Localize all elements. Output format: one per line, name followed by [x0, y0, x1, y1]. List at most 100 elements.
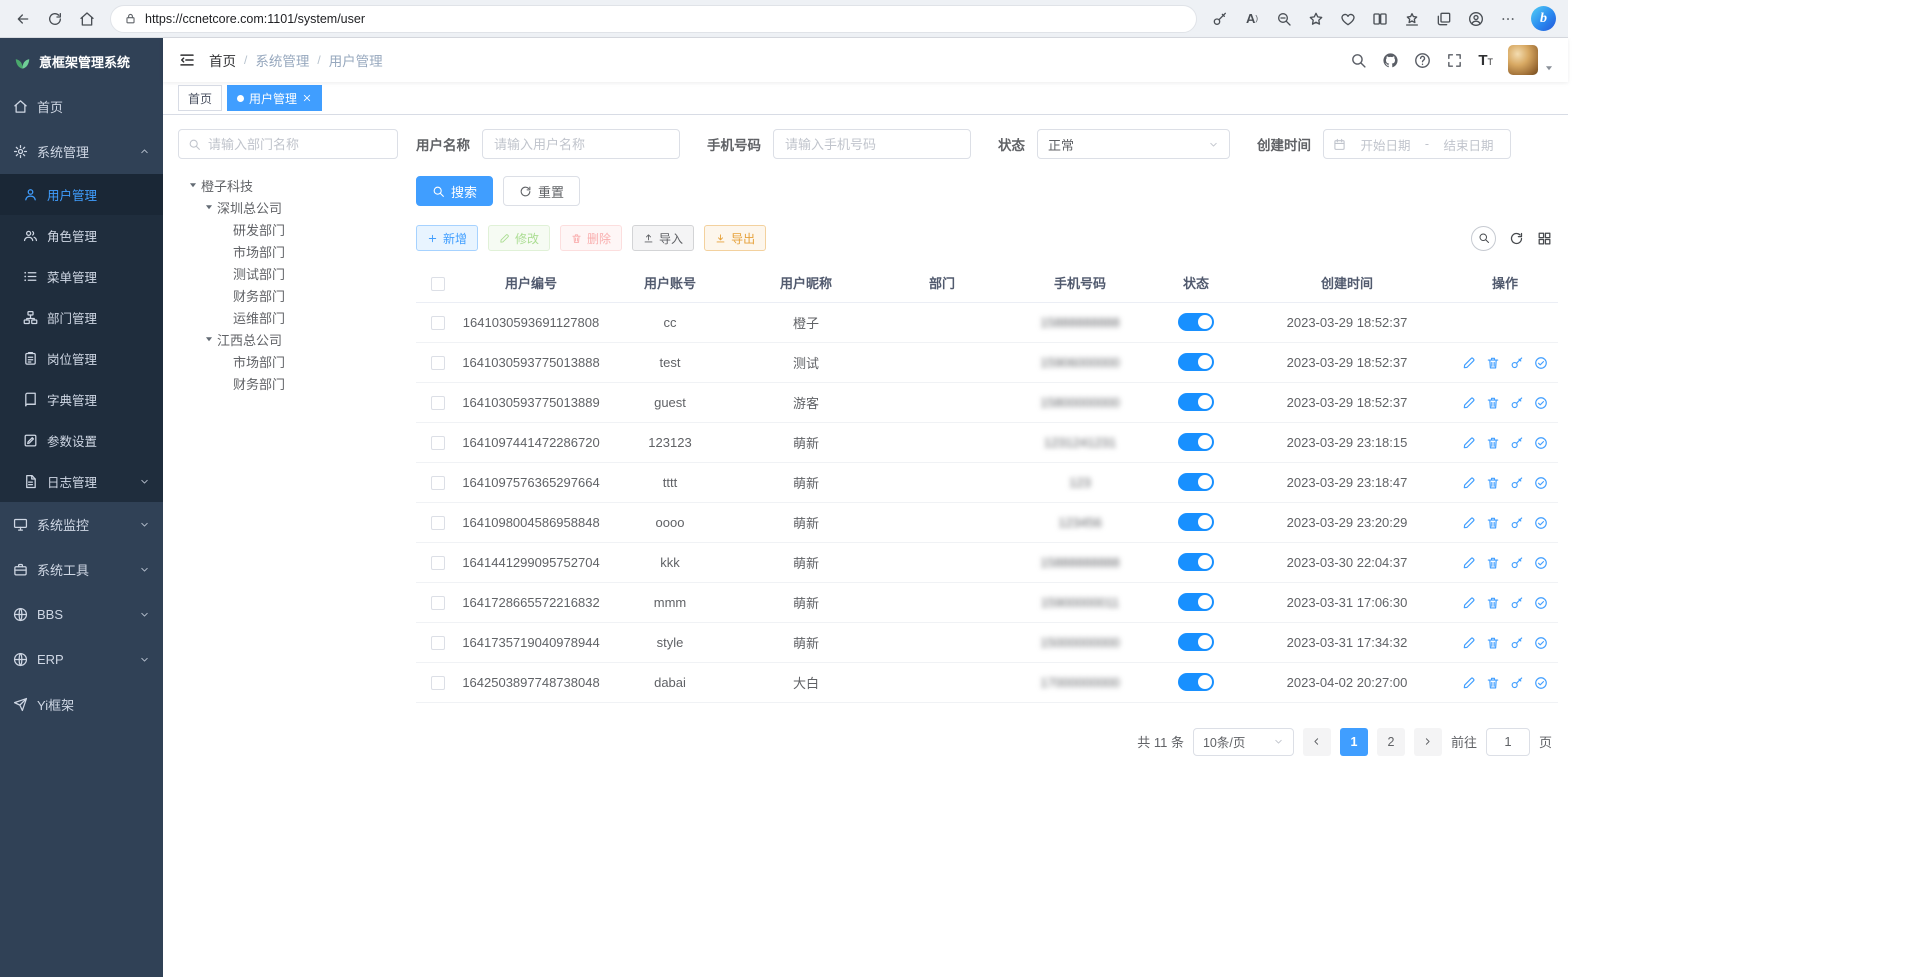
breadcrumb-item-home[interactable]: 首页: [209, 50, 236, 70]
sidebar-item-bbs[interactable]: BBS: [0, 592, 163, 637]
date-range-picker[interactable]: 开始日期 - 结束日期: [1323, 129, 1511, 159]
header-search-icon[interactable]: [1350, 52, 1367, 69]
browser-essentials-icon[interactable]: [1333, 5, 1363, 33]
edit-action-icon[interactable]: [1462, 436, 1476, 450]
browser-profile-icon[interactable]: [1461, 5, 1491, 33]
reset-password-action-icon[interactable]: [1510, 476, 1524, 490]
row-checkbox[interactable]: [431, 596, 445, 610]
reset-password-action-icon[interactable]: [1510, 676, 1524, 690]
sidebar-item-erp[interactable]: ERP: [0, 637, 163, 682]
edit-action-icon[interactable]: [1462, 636, 1476, 650]
tree-node[interactable]: 橙子科技: [178, 174, 398, 196]
dept-search-input[interactable]: [208, 137, 388, 152]
sidebar-collapse-button[interactable]: [178, 51, 196, 69]
reset-password-action-icon[interactable]: [1510, 396, 1524, 410]
font-size-icon[interactable]: TT: [1478, 52, 1493, 69]
sidebar-item-home[interactable]: 首页: [0, 84, 163, 129]
phone-input[interactable]: [773, 129, 971, 159]
row-checkbox[interactable]: [431, 676, 445, 690]
tab-home[interactable]: 首页: [178, 85, 222, 111]
tree-node[interactable]: 深圳总公司: [178, 196, 398, 218]
assign-role-action-icon[interactable]: [1534, 516, 1548, 530]
export-button[interactable]: 导出: [704, 225, 766, 251]
sidebar-item-yi-framework[interactable]: Yi框架: [0, 682, 163, 727]
home-icon[interactable]: [72, 5, 102, 33]
row-checkbox[interactable]: [431, 316, 445, 330]
sidebar-item-post-management[interactable]: 岗位管理: [0, 338, 163, 379]
reset-password-action-icon[interactable]: [1510, 436, 1524, 450]
row-checkbox[interactable]: [431, 636, 445, 650]
edit-action-icon[interactable]: [1462, 476, 1476, 490]
status-toggle[interactable]: [1178, 433, 1214, 451]
sidebar-item-system-management[interactable]: 系统管理: [0, 129, 163, 174]
fullscreen-icon[interactable]: [1446, 52, 1463, 69]
delete-action-icon[interactable]: [1486, 516, 1500, 530]
refresh-icon[interactable]: [40, 5, 70, 33]
username-input[interactable]: [482, 129, 680, 159]
goto-page-input[interactable]: [1486, 728, 1530, 756]
assign-role-action-icon[interactable]: [1534, 476, 1548, 490]
assign-role-action-icon[interactable]: [1534, 596, 1548, 610]
status-toggle[interactable]: [1178, 353, 1214, 371]
status-toggle[interactable]: [1178, 393, 1214, 411]
columns-button[interactable]: [1537, 231, 1552, 246]
status-toggle[interactable]: [1178, 633, 1214, 651]
add-favorite-icon[interactable]: [1301, 5, 1331, 33]
edit-action-icon[interactable]: [1462, 356, 1476, 370]
delete-action-icon[interactable]: [1486, 556, 1500, 570]
table-refresh-button[interactable]: [1509, 231, 1524, 246]
tree-node[interactable]: 测试部门: [178, 262, 398, 284]
zoom-out-icon[interactable]: [1269, 5, 1299, 33]
assign-role-action-icon[interactable]: [1534, 436, 1548, 450]
page-button-2[interactable]: 2: [1377, 728, 1405, 756]
row-checkbox[interactable]: [431, 556, 445, 570]
next-page-button[interactable]: [1414, 728, 1442, 756]
edit-action-icon[interactable]: [1462, 396, 1476, 410]
select-all-checkbox[interactable]: [431, 277, 445, 291]
reset-button[interactable]: 重置: [503, 176, 580, 206]
row-checkbox[interactable]: [431, 436, 445, 450]
sidebar-item-user-management[interactable]: 用户管理: [0, 174, 163, 215]
assign-role-action-icon[interactable]: [1534, 636, 1548, 650]
tab-close-icon[interactable]: [302, 93, 312, 103]
delete-button[interactable]: 删除: [560, 225, 622, 251]
page-size-select[interactable]: 10条/页: [1193, 728, 1294, 756]
reset-password-action-icon[interactable]: [1510, 356, 1524, 370]
edit-action-icon[interactable]: [1462, 676, 1476, 690]
status-toggle[interactable]: [1178, 673, 1214, 691]
prev-page-button[interactable]: [1303, 728, 1331, 756]
row-checkbox[interactable]: [431, 356, 445, 370]
edit-button[interactable]: 修改: [488, 225, 550, 251]
delete-action-icon[interactable]: [1486, 356, 1500, 370]
sidebar-item-param-settings[interactable]: 参数设置: [0, 420, 163, 461]
sidebar-item-system-tools[interactable]: 系统工具: [0, 547, 163, 592]
tree-node[interactable]: 市场部门: [178, 350, 398, 372]
import-button[interactable]: 导入: [632, 225, 694, 251]
tab-user-management[interactable]: 用户管理: [227, 85, 322, 111]
user-avatar[interactable]: [1508, 45, 1538, 75]
copilot-icon[interactable]: b: [1531, 6, 1556, 31]
edit-action-icon[interactable]: [1462, 596, 1476, 610]
status-toggle[interactable]: [1178, 593, 1214, 611]
assign-role-action-icon[interactable]: [1534, 356, 1548, 370]
back-icon[interactable]: [8, 5, 38, 33]
page-button-1[interactable]: 1: [1340, 728, 1368, 756]
delete-action-icon[interactable]: [1486, 596, 1500, 610]
delete-action-icon[interactable]: [1486, 436, 1500, 450]
assign-role-action-icon[interactable]: [1534, 556, 1548, 570]
delete-action-icon[interactable]: [1486, 396, 1500, 410]
tree-node[interactable]: 财务部门: [178, 372, 398, 394]
delete-action-icon[interactable]: [1486, 676, 1500, 690]
search-button[interactable]: 搜索: [416, 176, 493, 206]
more-menu-icon[interactable]: [1493, 5, 1523, 33]
sidebar-item-system-monitor[interactable]: 系统监控: [0, 502, 163, 547]
search-toggle-button[interactable]: [1471, 226, 1496, 251]
row-checkbox[interactable]: [431, 516, 445, 530]
sidebar-item-role-management[interactable]: 角色管理: [0, 215, 163, 256]
github-icon[interactable]: [1382, 52, 1399, 69]
status-toggle[interactable]: [1178, 313, 1214, 331]
sidebar-item-dept-management[interactable]: 部门管理: [0, 297, 163, 338]
favorites-icon[interactable]: [1397, 5, 1427, 33]
reset-password-action-icon[interactable]: [1510, 636, 1524, 650]
tree-node[interactable]: 市场部门: [178, 240, 398, 262]
